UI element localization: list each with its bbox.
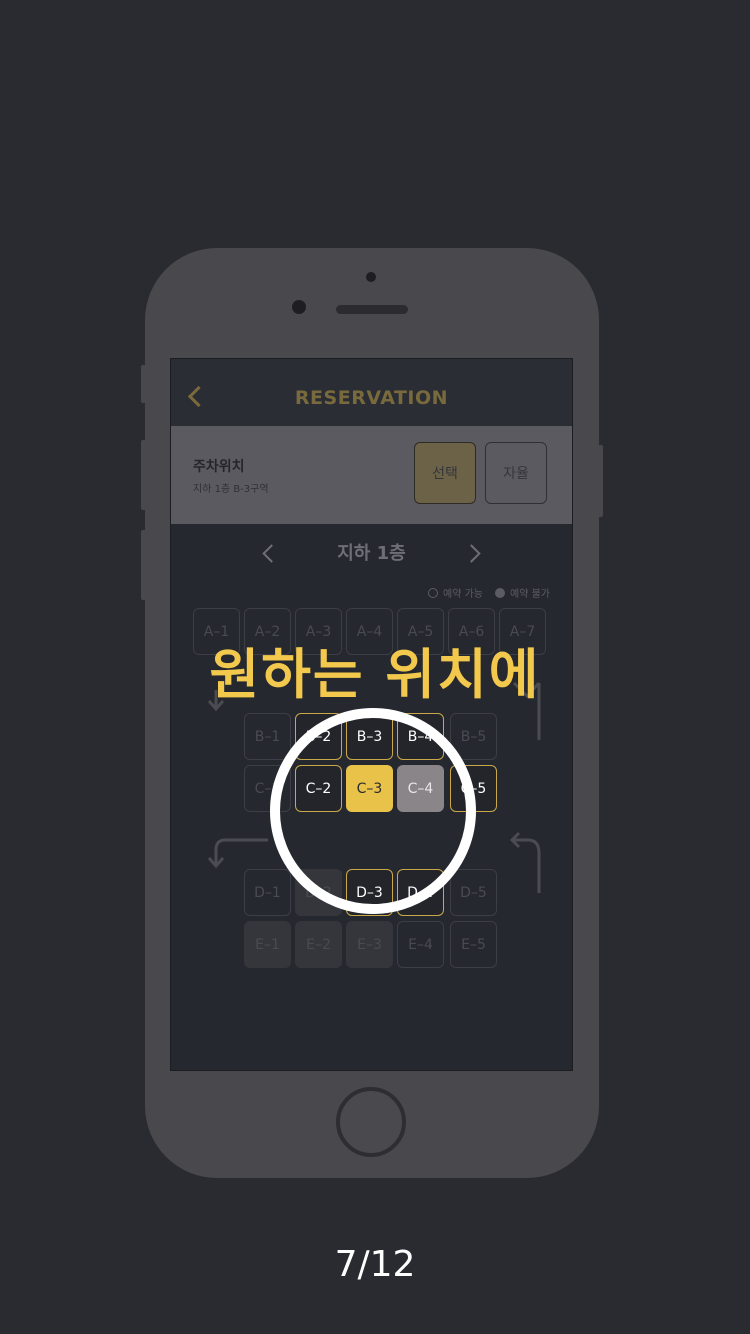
parking-slot-b-1[interactable]: B–1	[244, 713, 291, 760]
parking-slot-e-4[interactable]: E–4	[397, 921, 444, 968]
arrow-turn-icon-left	[207, 838, 268, 869]
overlay-headline: 원하는 위치에	[209, 643, 541, 706]
parking-slot-e-5[interactable]: E–5	[450, 921, 497, 968]
page-indicator: 7/12	[334, 1244, 416, 1285]
parking-slot-e-3[interactable]: E–3	[346, 921, 393, 968]
parking-slot-e-2[interactable]: E–2	[295, 921, 342, 968]
parking-slot-d-1[interactable]: D–1	[244, 869, 291, 916]
magnifier-ring	[270, 708, 476, 914]
parking-slot-d-5[interactable]: D–5	[450, 869, 497, 916]
parking-slot-e-1[interactable]: E–1	[244, 921, 291, 968]
arrow-turn-icon-right	[509, 831, 541, 893]
